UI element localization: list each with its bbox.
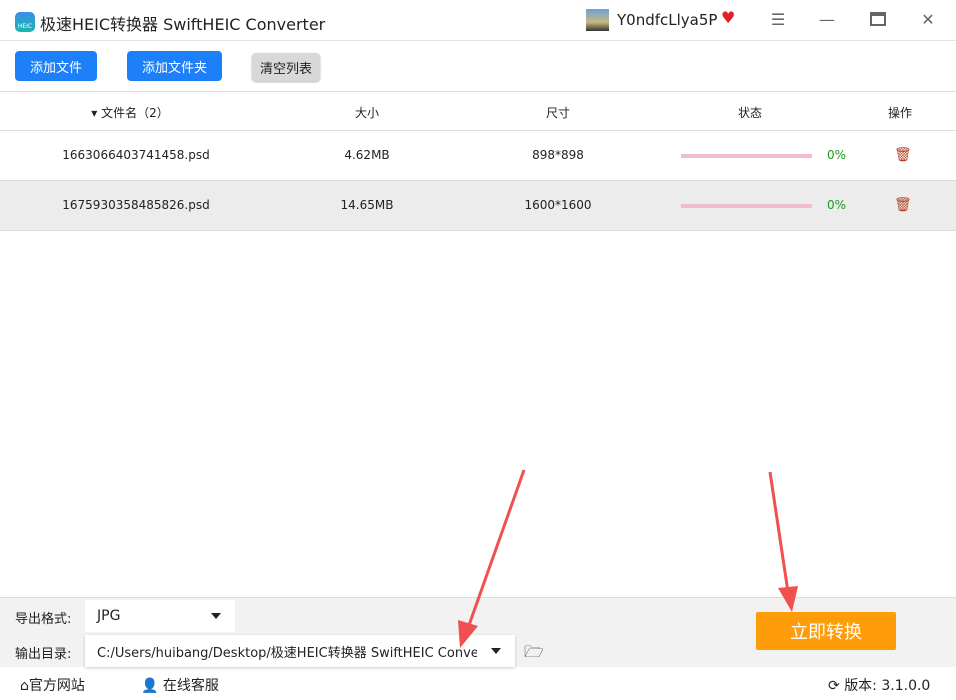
arrow-line — [768, 471, 790, 593]
arrow-line — [466, 469, 526, 629]
annotation-arrows — [458, 469, 798, 648]
arrow-head — [458, 620, 478, 648]
arrow-head — [778, 586, 798, 612]
